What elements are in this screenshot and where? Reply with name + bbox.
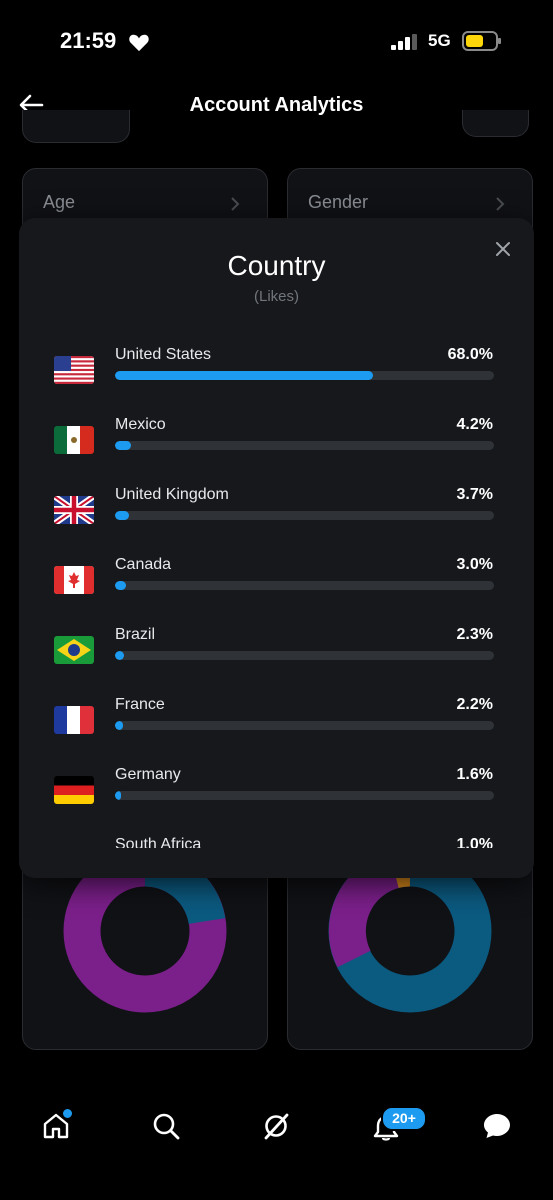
country-row-canada: Canada 3.0% <box>19 546 534 616</box>
brazil-flag-icon <box>54 636 94 664</box>
progress-fill <box>115 581 127 590</box>
progress-fill <box>115 651 124 660</box>
country-row-germany: Germany 1.6% <box>19 756 534 826</box>
progress-fill <box>115 441 131 450</box>
modal-title: Country <box>227 250 326 281</box>
country-row-united-kingdom: United Kingdom 3.7% <box>19 476 534 546</box>
close-icon[interactable] <box>494 240 512 258</box>
progress-track <box>115 721 494 730</box>
progress-fill <box>115 371 373 380</box>
home-notification-dot <box>61 1107 74 1120</box>
progress-fill <box>115 511 130 520</box>
mexico-flag-icon <box>54 426 94 454</box>
grok-icon[interactable] <box>261 1111 291 1141</box>
country-row-france: France 2.2% <box>19 686 534 756</box>
france-flag-icon <box>54 706 94 734</box>
card-stub-right <box>462 110 529 137</box>
chevron-right-icon <box>231 197 240 211</box>
network-type: 5G <box>428 31 451 50</box>
uk-flag-icon <box>54 496 94 524</box>
country-name: South Africa <box>115 836 202 848</box>
progress-track <box>115 581 494 590</box>
status-time: 21:59 <box>60 28 117 53</box>
country-row-united-states: United States 68.0% <box>19 336 534 406</box>
country-name: United Kingdom <box>115 486 229 503</box>
progress-fill <box>115 721 124 730</box>
progress-track <box>115 651 494 660</box>
country-row-south-africa: South Africa 1.0% <box>19 826 534 848</box>
progress-track <box>115 371 494 380</box>
modal-subtitle: (Likes) <box>253 288 299 305</box>
signal-icon <box>391 34 417 50</box>
country-name: Germany <box>115 766 181 783</box>
country-percent: 1.6% <box>456 766 493 783</box>
us-flag-icon <box>54 356 94 384</box>
country-name: France <box>115 696 165 713</box>
germany-flag-icon <box>54 776 94 804</box>
country-row-mexico: Mexico 4.2% <box>19 406 534 476</box>
country-percent: 4.2% <box>456 416 493 433</box>
country-percent: 2.3% <box>456 626 493 643</box>
country-name: Canada <box>115 556 172 573</box>
progress-track <box>115 441 494 450</box>
country-modal: Country (Likes) United States 68.0% Mexi… <box>19 218 534 878</box>
country-percent: 68.0% <box>447 346 493 363</box>
gender-card-label: Gender <box>308 192 369 212</box>
notifications-badge: 20+ <box>381 1106 427 1131</box>
age-card-label: Age <box>43 192 76 212</box>
canada-flag-icon <box>54 566 94 594</box>
country-row-brazil: Brazil 2.3% <box>19 616 534 686</box>
messages-icon[interactable] <box>482 1111 512 1141</box>
progress-fill <box>115 791 122 800</box>
battery-icon <box>462 31 501 51</box>
progress-track <box>115 791 494 800</box>
chevron-right-icon <box>496 197 505 211</box>
country-list[interactable]: United States 68.0% Mexico 4.2% United K… <box>19 336 534 848</box>
country-name: Brazil <box>115 626 156 643</box>
card-stub-left <box>22 110 130 143</box>
country-percent: 3.7% <box>456 486 493 503</box>
country-percent: 1.0% <box>456 836 493 848</box>
heart-icon <box>129 34 149 52</box>
country-percent: 3.0% <box>456 556 493 573</box>
country-name: United States <box>115 346 212 363</box>
country-name: Mexico <box>115 416 166 433</box>
search-icon[interactable] <box>151 1111 181 1141</box>
progress-track <box>115 511 494 520</box>
country-percent: 2.2% <box>456 696 493 713</box>
